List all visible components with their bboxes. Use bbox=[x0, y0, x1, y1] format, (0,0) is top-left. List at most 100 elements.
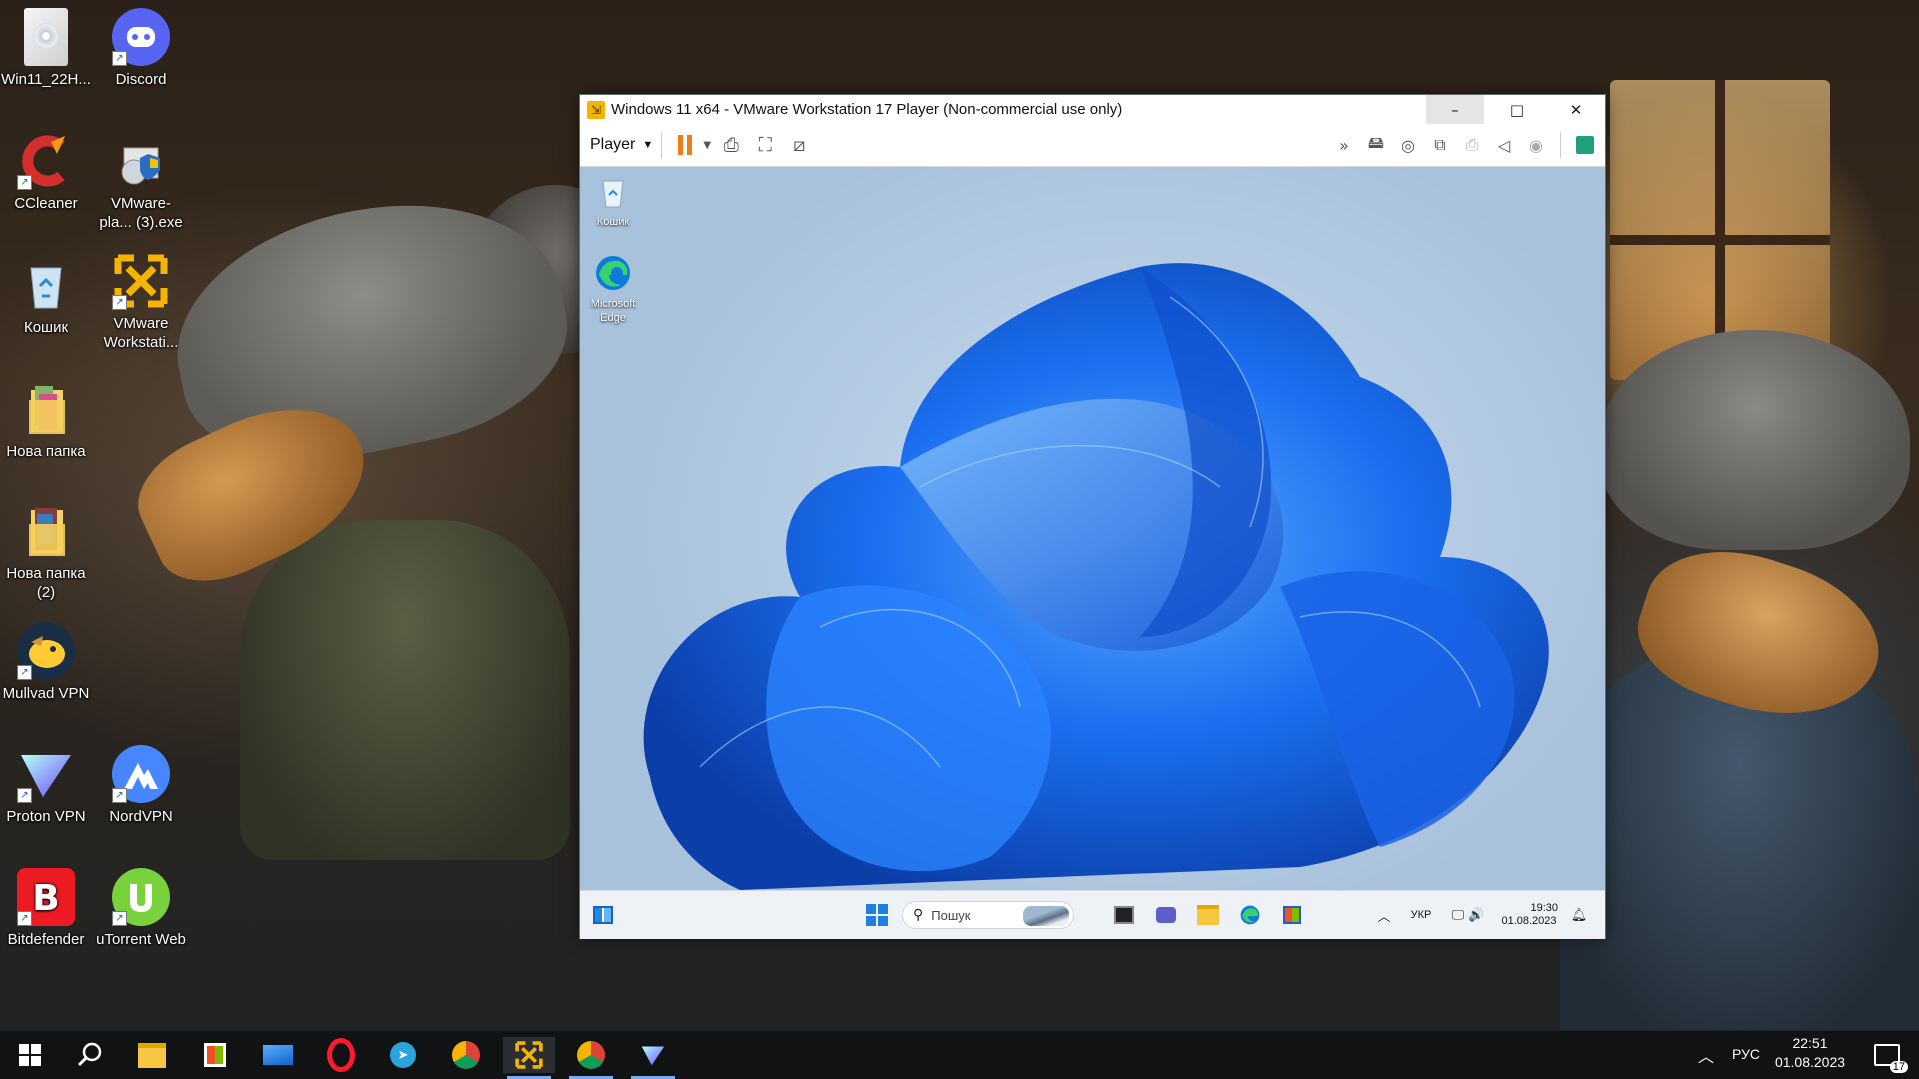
desktop-icon-label: Win11_22H... bbox=[1, 71, 91, 88]
vmware-logo-icon: ⇲ bbox=[587, 100, 605, 119]
guest-clock[interactable]: 19:30 01.08.2023 bbox=[1500, 899, 1558, 931]
guest-chat-button[interactable] bbox=[1152, 901, 1180, 929]
guest-icon-label: Microsoft Edge bbox=[590, 298, 636, 324]
chrome-profile-button[interactable] bbox=[565, 1037, 617, 1079]
desktop-icon-ccleaner[interactable]: ↗ CCleaner bbox=[0, 132, 92, 213]
opera-button[interactable] bbox=[315, 1037, 367, 1073]
window-title-bar[interactable]: ⇲ Windows 11 x64 - VMware Workstation 17… bbox=[580, 95, 1605, 124]
unity-button[interactable]: ⧄ bbox=[782, 130, 816, 160]
guest-start-button[interactable] bbox=[862, 901, 892, 929]
guest-widgets-button[interactable] bbox=[590, 901, 616, 929]
desktop-icon-mullvad[interactable]: ↗ Mullvad VPN bbox=[0, 622, 92, 703]
chrome-button[interactable] bbox=[440, 1037, 492, 1073]
guest-language-indicator[interactable]: УКР bbox=[1404, 901, 1438, 929]
pause-button[interactable] bbox=[670, 130, 700, 160]
telegram-icon: ➤ bbox=[390, 1042, 416, 1068]
guest-icon-edge[interactable]: Microsoft Edge bbox=[580, 253, 648, 325]
vmware-workstation-icon: ↗ bbox=[112, 252, 170, 310]
guest-icon-label: Кошик bbox=[596, 216, 630, 228]
guest-store-button[interactable] bbox=[1278, 901, 1306, 929]
guest-display[interactable]: Кошик Microsoft Edge bbox=[580, 167, 1605, 890]
guest-show-hidden-icons-button[interactable]: ︿ bbox=[1374, 901, 1394, 929]
guest-search-box[interactable]: ⚲ Пошук bbox=[902, 901, 1074, 929]
desktop-icon-recycle-bin[interactable]: Кошик bbox=[0, 256, 92, 337]
desktop-icon-label: Discord bbox=[115, 71, 167, 88]
send-ctrl-alt-del-button[interactable]: ⎙ bbox=[714, 130, 748, 160]
guest-date: 01.08.2023 bbox=[1501, 915, 1557, 927]
start-button[interactable] bbox=[4, 1037, 56, 1073]
guest-time: 19:30 bbox=[1530, 902, 1558, 914]
maximize-button[interactable]: □ bbox=[1488, 95, 1546, 124]
desktop-icon-utorrent[interactable]: ↗ uTorrent Web bbox=[95, 868, 187, 949]
desktop-icon-new-folder[interactable]: Нова папка bbox=[0, 380, 92, 461]
wallpaper-figure-right bbox=[1560, 650, 1919, 1030]
minimize-button[interactable]: – bbox=[1426, 95, 1484, 124]
clock-date: 01.08.2023 bbox=[1774, 1054, 1846, 1070]
ccleaner-icon: ↗ bbox=[17, 132, 75, 190]
vmware-taskbar-button[interactable] bbox=[503, 1037, 555, 1079]
wallpaper-beak bbox=[121, 377, 389, 603]
toolbar-separator bbox=[1560, 132, 1561, 158]
more-devices-button[interactable]: » bbox=[1328, 130, 1360, 160]
message-log-button[interactable] bbox=[1569, 130, 1601, 160]
desktop-icon-nordvpn[interactable]: ↗ NordVPN bbox=[95, 745, 187, 826]
player-menu-button[interactable]: Player ▼ bbox=[590, 130, 653, 160]
chevron-up-icon: ︿ bbox=[1377, 909, 1391, 925]
desktop-icon-protonvpn[interactable]: ↗ Proton VPN bbox=[0, 745, 92, 826]
desktop-icon-vmware-installer[interactable]: VMware-pla... (3).exe bbox=[95, 132, 187, 232]
show-hidden-icons-button[interactable]: ︿ bbox=[1688, 1037, 1724, 1073]
printer-device[interactable]: ⎙ bbox=[1456, 130, 1488, 160]
desktop-icon-label: CCleaner bbox=[14, 195, 78, 212]
protonvpn-taskbar-button[interactable] bbox=[627, 1037, 679, 1079]
search-button[interactable] bbox=[64, 1037, 116, 1073]
pause-icon bbox=[678, 135, 693, 155]
full-screen-button[interactable]: ⛶ bbox=[748, 130, 782, 160]
hard-disk-device[interactable]: 🖴 bbox=[1360, 130, 1392, 160]
power-options-chevron-icon[interactable]: ▼ bbox=[700, 130, 714, 160]
chevron-up-icon: ︿ bbox=[1697, 1047, 1714, 1066]
desktop-icon-discord[interactable]: ↗ Discord bbox=[95, 8, 187, 89]
guest-file-explorer-button[interactable] bbox=[1194, 901, 1222, 929]
chevron-down-icon: ▼ bbox=[642, 139, 654, 151]
microsoft-store-button[interactable] bbox=[189, 1037, 241, 1073]
sound-card-device[interactable]: ◁ bbox=[1488, 130, 1520, 160]
action-center-button[interactable]: 17 bbox=[1862, 1037, 1912, 1073]
protonvpn-icon: ↗ bbox=[17, 745, 75, 803]
desktop-icon-label: uTorrent Web bbox=[96, 931, 186, 948]
search-icon bbox=[77, 1042, 102, 1067]
desktop-icon-label: Proton VPN bbox=[6, 808, 86, 825]
mail-button[interactable] bbox=[252, 1037, 304, 1073]
usb-icon: ◉ bbox=[1529, 135, 1543, 155]
desktop-icon-win11-iso[interactable]: Win11_22H... bbox=[0, 8, 92, 89]
desktop-icon-label: Mullvad VPN bbox=[2, 685, 90, 702]
cd-dvd-device[interactable]: ◎ bbox=[1392, 130, 1424, 160]
guest-notifications-button[interactable]: 🔔︎ bbox=[1568, 901, 1590, 929]
desktop-icon-label: Нова папка bbox=[6, 443, 86, 460]
message-log-icon bbox=[1576, 136, 1594, 154]
language-indicator[interactable]: РУС bbox=[1726, 1046, 1766, 1062]
desktop-icon-vmware-workstation[interactable]: ↗ VMware Workstati... bbox=[95, 252, 187, 352]
guest-network-volume-button[interactable]: 🖵 🔊 bbox=[1446, 901, 1490, 929]
desktop-icon-bitdefender[interactable]: B ↗ Bitdefender bbox=[0, 868, 92, 949]
double-chevron-right-icon: » bbox=[1339, 135, 1349, 155]
edge-icon bbox=[596, 256, 630, 290]
bell-icon: 🔔︎ bbox=[1570, 907, 1588, 923]
vmware-player-window[interactable]: ⇲ Windows 11 x64 - VMware Workstation 17… bbox=[579, 94, 1606, 939]
desktop-icon-label: VMware Workstati... bbox=[103, 315, 179, 351]
desktop-icon-new-folder-2[interactable]: Нова папка (2) bbox=[0, 502, 92, 602]
clock[interactable]: 22:51 01.08.2023 bbox=[1768, 1035, 1852, 1070]
volume-icon: 🔊 bbox=[1468, 907, 1485, 923]
guest-icon-recycle-bin[interactable]: Кошик bbox=[580, 175, 648, 229]
nordvpn-icon: ↗ bbox=[112, 745, 170, 803]
svg-text:B: B bbox=[32, 878, 59, 919]
usb-device[interactable]: ◉ bbox=[1520, 130, 1552, 160]
guest-edge-button[interactable] bbox=[1236, 901, 1264, 929]
utorrent-icon: ↗ bbox=[112, 868, 170, 926]
desktop-icon-label: Bitdefender bbox=[7, 931, 85, 948]
network-adapter-device[interactable]: ⧉ bbox=[1424, 130, 1456, 160]
file-explorer-button[interactable] bbox=[126, 1037, 178, 1073]
folder-icon bbox=[1197, 905, 1219, 925]
guest-task-view-button[interactable] bbox=[1110, 901, 1138, 929]
close-button[interactable]: ✕ bbox=[1547, 95, 1605, 124]
telegram-button[interactable]: ➤ bbox=[377, 1037, 429, 1073]
